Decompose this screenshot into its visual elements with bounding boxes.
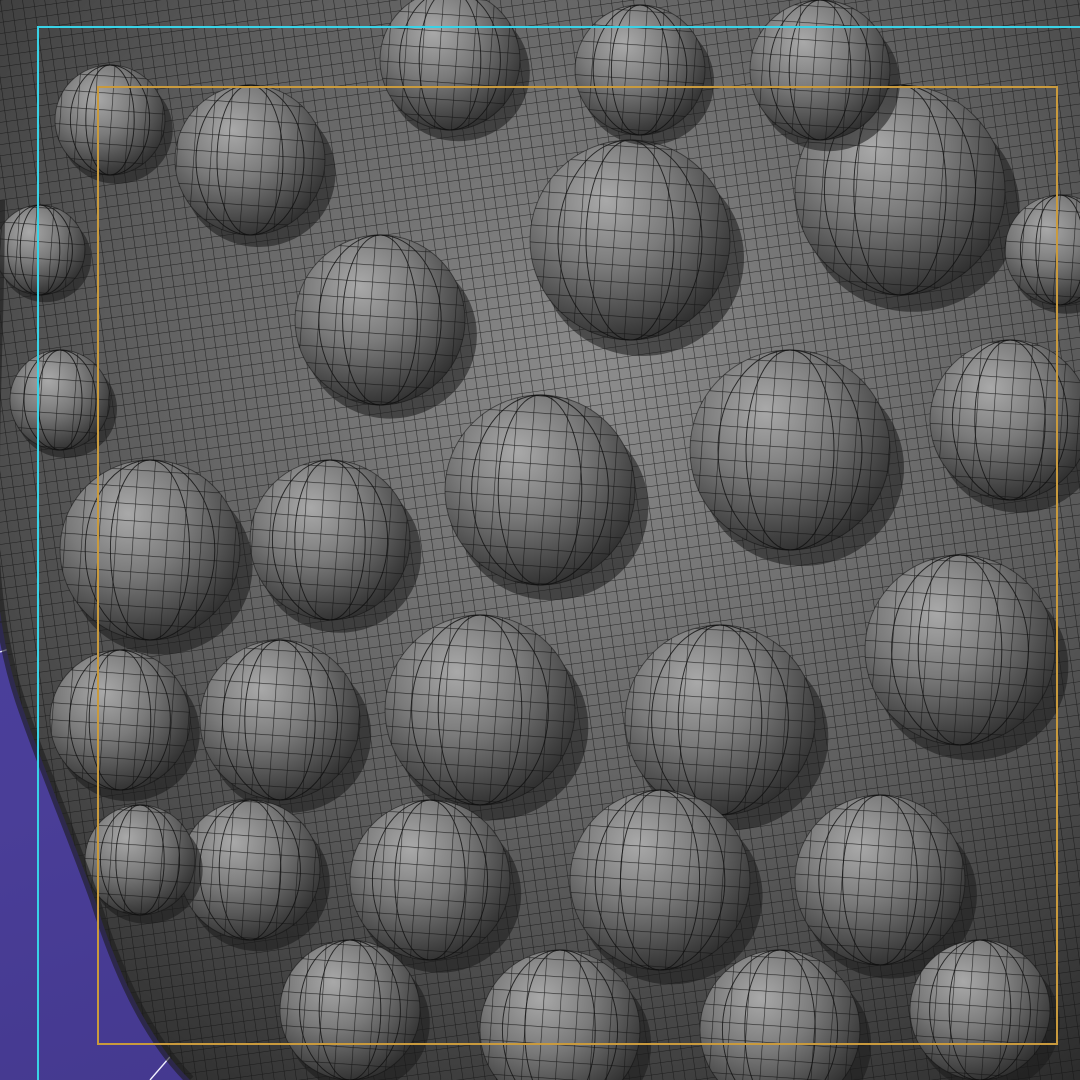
mesh-bump-wireframe bbox=[570, 790, 750, 970]
mesh-bump-wireframe bbox=[385, 615, 575, 805]
mesh-bump-wireframe bbox=[865, 555, 1055, 745]
mesh-bump-wireframe bbox=[50, 650, 190, 790]
mesh-bump-wireframe bbox=[175, 85, 325, 235]
mesh-bump-wireframe bbox=[445, 395, 635, 585]
blob-mesh-object[interactable] bbox=[0, 0, 1080, 1080]
mesh-bump-wireframe bbox=[250, 460, 410, 620]
mesh-bump-wireframe bbox=[625, 625, 815, 815]
mesh-bump-wireframe bbox=[910, 940, 1050, 1080]
mesh-bump-wireframe bbox=[60, 460, 240, 640]
scene-canvas[interactable] bbox=[0, 0, 1080, 1080]
mesh-bump-wireframe bbox=[575, 5, 705, 135]
3d-viewport[interactable] bbox=[0, 0, 1080, 1080]
mesh-bump-wireframe bbox=[530, 140, 730, 340]
mesh-bump-wireframe bbox=[295, 235, 465, 405]
mesh-bump-wireframe bbox=[10, 350, 110, 450]
mesh-bump-wireframe bbox=[55, 65, 165, 175]
mesh-bump-wireframe bbox=[200, 640, 360, 800]
mesh-bump-wireframe bbox=[750, 0, 890, 140]
mesh-bump-wireframe bbox=[690, 350, 890, 550]
mesh-bump-wireframe bbox=[85, 805, 195, 915]
mesh-bump-wireframe bbox=[280, 940, 420, 1080]
mesh-bump-wireframe bbox=[350, 800, 510, 960]
mesh-bump-wireframe bbox=[795, 795, 965, 965]
